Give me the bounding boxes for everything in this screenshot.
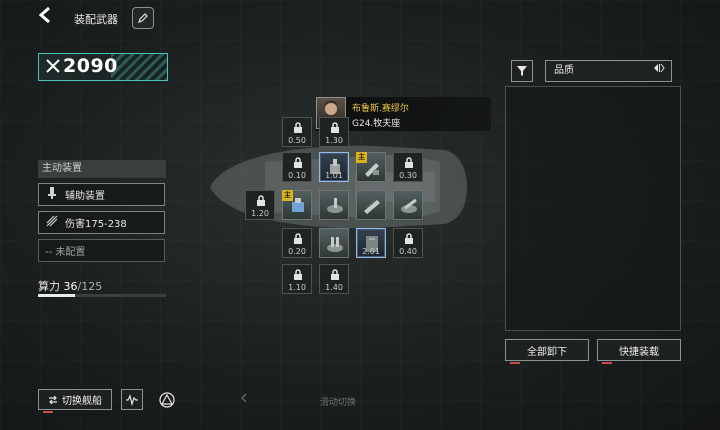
edit-button[interactable] (132, 7, 154, 29)
slot-cost: 0.40 (399, 247, 417, 256)
swipe-hint-label: 滑动切换 (320, 398, 357, 408)
equipped-slot[interactable] (393, 190, 423, 220)
page-title: 装配武器 (74, 13, 118, 26)
power-stripes (111, 54, 167, 80)
waveform-icon (126, 393, 138, 406)
damage-slot[interactable]: 伤害175-238 (38, 211, 165, 234)
slot-cost: 1.01 (325, 171, 343, 180)
compute-power-bar (38, 294, 166, 297)
slot-cost: 0.10 (288, 171, 306, 180)
turret-icon (327, 237, 343, 252)
lock-icon (331, 269, 339, 280)
slot-cost: 0.30 (399, 171, 417, 180)
equipped-slot-selected[interactable]: 1.01 (319, 152, 349, 182)
pilot-name: 布鲁斯.赛缪尔 (352, 104, 409, 114)
triangle-emblem-icon (159, 391, 175, 408)
aux-device-icon (45, 187, 59, 202)
weapon-burst-icon (45, 215, 59, 230)
module-icon (292, 198, 304, 212)
compute-max: 125 (81, 280, 103, 293)
crew-button[interactable] (156, 389, 178, 410)
switch-ship-label: 切换舰船 (62, 396, 102, 407)
equipped-slot[interactable] (319, 190, 349, 220)
slot-cost: 1.40 (325, 283, 343, 292)
filter-icon (517, 66, 527, 76)
cannon-icon (401, 198, 417, 213)
quality-sort-dropdown[interactable]: 品质 (545, 60, 672, 82)
quick-equip-label: 快捷装载 (619, 346, 659, 358)
locked-slot[interactable]: 1.40 (319, 264, 349, 294)
locked-slot[interactable]: 0.10 (282, 152, 312, 182)
lock-icon (405, 157, 413, 168)
lock-icon (294, 233, 302, 244)
locked-slot[interactable]: 1.10 (282, 264, 312, 294)
ship-silhouette (210, 145, 467, 229)
back-button[interactable] (34, 6, 56, 28)
locked-slot[interactable]: 0.50 (282, 117, 312, 147)
swap-arrows-icon (49, 395, 57, 404)
empty-slot-label: -- 未配置 (45, 247, 86, 258)
slot-cost: 0.50 (288, 136, 306, 145)
compute-power-fill (38, 294, 76, 297)
equipped-slot[interactable]: 主 (356, 152, 386, 182)
slot-cost: 0.20 (288, 247, 306, 256)
combat-power-panel: 2090 (38, 53, 168, 81)
quality-label: 品质 (554, 65, 574, 76)
button-accent (510, 362, 520, 364)
switch-ship-button[interactable]: 切换舰船 (38, 389, 112, 413)
swipe-hint: 滑动切换 (240, 393, 356, 408)
equipped-slot[interactable]: 主 (282, 190, 312, 220)
pilot-ship-name: G24.牧夫座 (352, 119, 401, 129)
missile-launcher-icon (364, 198, 380, 214)
lock-icon (405, 233, 413, 244)
equipped-slot[interactable] (319, 228, 349, 258)
slot-cost: 1.30 (325, 136, 343, 145)
lock-icon (294, 157, 302, 168)
compute-current: 36 (63, 280, 78, 293)
equipped-slot[interactable] (356, 190, 386, 220)
damage-label: 伤害175-238 (65, 219, 127, 230)
locked-slot[interactable]: 0.30 (393, 152, 423, 182)
equipped-slot-selected[interactable]: 2.01 (356, 228, 386, 258)
slot-cost: 1.10 (288, 283, 306, 292)
aux-device-slot[interactable]: 辅助装置 (38, 183, 165, 206)
chevron-left-icon (241, 393, 247, 403)
turret-icon (327, 198, 343, 213)
compute-power-label: 算力 36/125 (38, 278, 102, 294)
button-accent (602, 362, 612, 364)
locked-slot[interactable]: 0.20 (282, 228, 312, 258)
combat-power-value: 2090 (63, 55, 118, 77)
lock-icon (257, 195, 265, 206)
slot-cost: 2.01 (362, 247, 380, 256)
pen-icon (138, 13, 148, 23)
sort-toggle-icon[interactable] (653, 61, 665, 81)
compute-label-text: 算力 (38, 280, 60, 293)
active-device-header: 主动装置 (38, 160, 166, 178)
button-accent (43, 411, 53, 413)
lock-icon (294, 269, 302, 280)
quick-equip-button[interactable]: 快捷装载 (597, 339, 681, 364)
locked-slot[interactable]: 1.20 (245, 190, 275, 220)
empty-slot[interactable]: -- 未配置 (38, 239, 165, 262)
unequip-all-label: 全部卸下 (527, 346, 567, 358)
locked-slot[interactable]: 1.30 (319, 117, 349, 147)
equipment-list-panel[interactable] (505, 86, 681, 331)
locked-slot[interactable]: 0.40 (393, 228, 423, 258)
filter-button[interactable] (511, 60, 533, 82)
chevron-left-icon (38, 6, 50, 24)
aux-device-label: 辅助装置 (65, 191, 105, 202)
lock-icon (331, 122, 339, 133)
lock-icon (294, 122, 302, 133)
stats-button[interactable] (121, 389, 143, 410)
unequip-all-button[interactable]: 全部卸下 (505, 339, 589, 364)
slot-cost: 1.20 (251, 209, 269, 218)
crossed-swords-icon (45, 58, 61, 78)
cannon-icon (365, 163, 379, 177)
